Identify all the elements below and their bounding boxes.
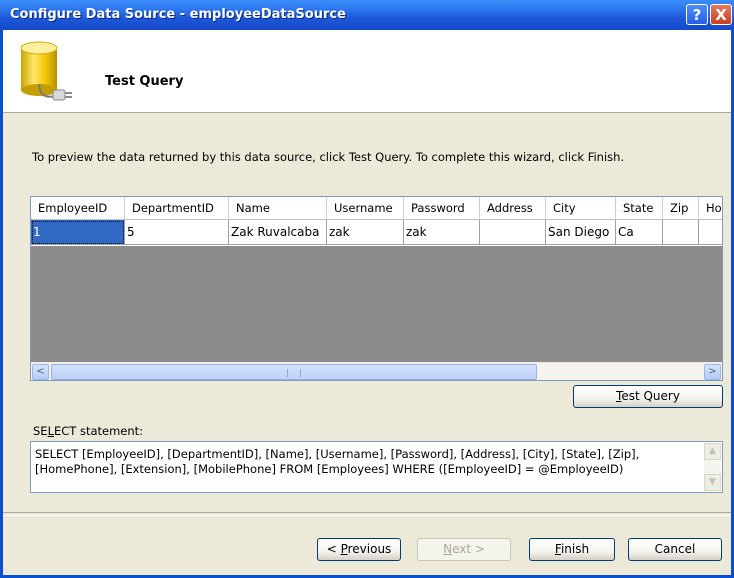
cell-address[interactable]: [480, 220, 546, 245]
scroll-up-icon[interactable]: ▲: [704, 443, 721, 460]
scroll-thumb[interactable]: [51, 364, 537, 380]
close-button[interactable]: X: [710, 4, 732, 25]
cell-name[interactable]: Zak Ruvalcaba: [229, 220, 327, 245]
wizard-body: Test Query To preview the data returned …: [3, 30, 731, 575]
next-button[interactable]: Next >: [417, 538, 511, 561]
column-header-departmentid[interactable]: DepartmentID: [125, 197, 229, 219]
column-header-name[interactable]: Name: [229, 197, 327, 219]
scroll-right-button[interactable]: >: [704, 364, 721, 380]
cell-city[interactable]: San Diego: [546, 220, 616, 245]
column-header-address[interactable]: Address: [480, 197, 546, 219]
window-title: Configure Data Source - employeeDataSour…: [10, 7, 346, 22]
cell-employeeid[interactable]: 1: [31, 220, 125, 245]
page-title: Test Query: [105, 74, 184, 89]
cell-username[interactable]: zak: [327, 220, 404, 245]
cancel-button[interactable]: Cancel: [628, 538, 722, 561]
database-plug-icon: [20, 41, 72, 101]
finish-button[interactable]: Finish: [529, 538, 615, 561]
horizontal-scrollbar[interactable]: < >: [31, 362, 722, 380]
select-statement-text: SELECT [EmployeeID], [DepartmentID], [Na…: [35, 447, 640, 476]
select-statement-label: SELECT statement:: [33, 424, 143, 438]
column-header-zip[interactable]: Zip: [663, 197, 699, 219]
title-bar[interactable]: Configure Data Source - employeeDataSour…: [0, 0, 734, 30]
cell-zip[interactable]: [663, 220, 699, 245]
cell-departmentid[interactable]: 5: [125, 220, 229, 245]
column-header-state[interactable]: State: [616, 197, 663, 219]
instructions-text: To preview the data returned by this dat…: [32, 150, 625, 164]
previous-label-pre: <: [326, 542, 341, 556]
next-label-rest: ext >: [452, 542, 485, 556]
vertical-scrollbar[interactable]: ▲ ▼: [704, 443, 721, 491]
cell-password[interactable]: zak: [404, 220, 480, 245]
results-grid[interactable]: EmployeeID DepartmentID Name Username Pa…: [30, 196, 723, 381]
column-header-password[interactable]: Password: [404, 197, 480, 219]
scroll-left-button[interactable]: <: [32, 364, 49, 380]
grid-header-row: EmployeeID DepartmentID Name Username Pa…: [31, 197, 722, 220]
cell-homephone[interactable]: [699, 220, 722, 245]
column-header-employeeid[interactable]: EmployeeID: [31, 197, 125, 219]
footer-divider: [3, 512, 731, 516]
previous-button[interactable]: < Previous: [317, 538, 401, 561]
test-query-label: est Query: [621, 389, 680, 403]
previous-label-rest: revious: [347, 542, 392, 556]
select-label-pre: SE: [33, 424, 48, 438]
scroll-down-icon[interactable]: ▼: [704, 474, 721, 491]
select-label-rest: ECT statement:: [54, 424, 144, 438]
select-statement-textbox[interactable]: SELECT [EmployeeID], [DepartmentID], [Na…: [30, 441, 723, 493]
finish-label-rest: inish: [560, 542, 590, 556]
column-header-city[interactable]: City: [546, 197, 616, 219]
test-query-button[interactable]: Test Query: [573, 385, 723, 408]
table-row[interactable]: 1 5 Zak Ruvalcaba zak zak San Diego Ca: [31, 220, 722, 246]
next-mnemonic: N: [443, 542, 453, 556]
cell-state[interactable]: Ca: [616, 220, 663, 245]
column-header-username[interactable]: Username: [327, 197, 404, 219]
column-header-homephone[interactable]: Ho: [699, 197, 722, 219]
previous-mnemonic: P: [340, 542, 348, 556]
help-button[interactable]: ?: [686, 4, 708, 25]
configure-data-source-window: Configure Data Source - employeeDataSour…: [0, 0, 734, 578]
grip-icon: [287, 369, 301, 377]
wizard-header: Test Query: [3, 30, 731, 113]
